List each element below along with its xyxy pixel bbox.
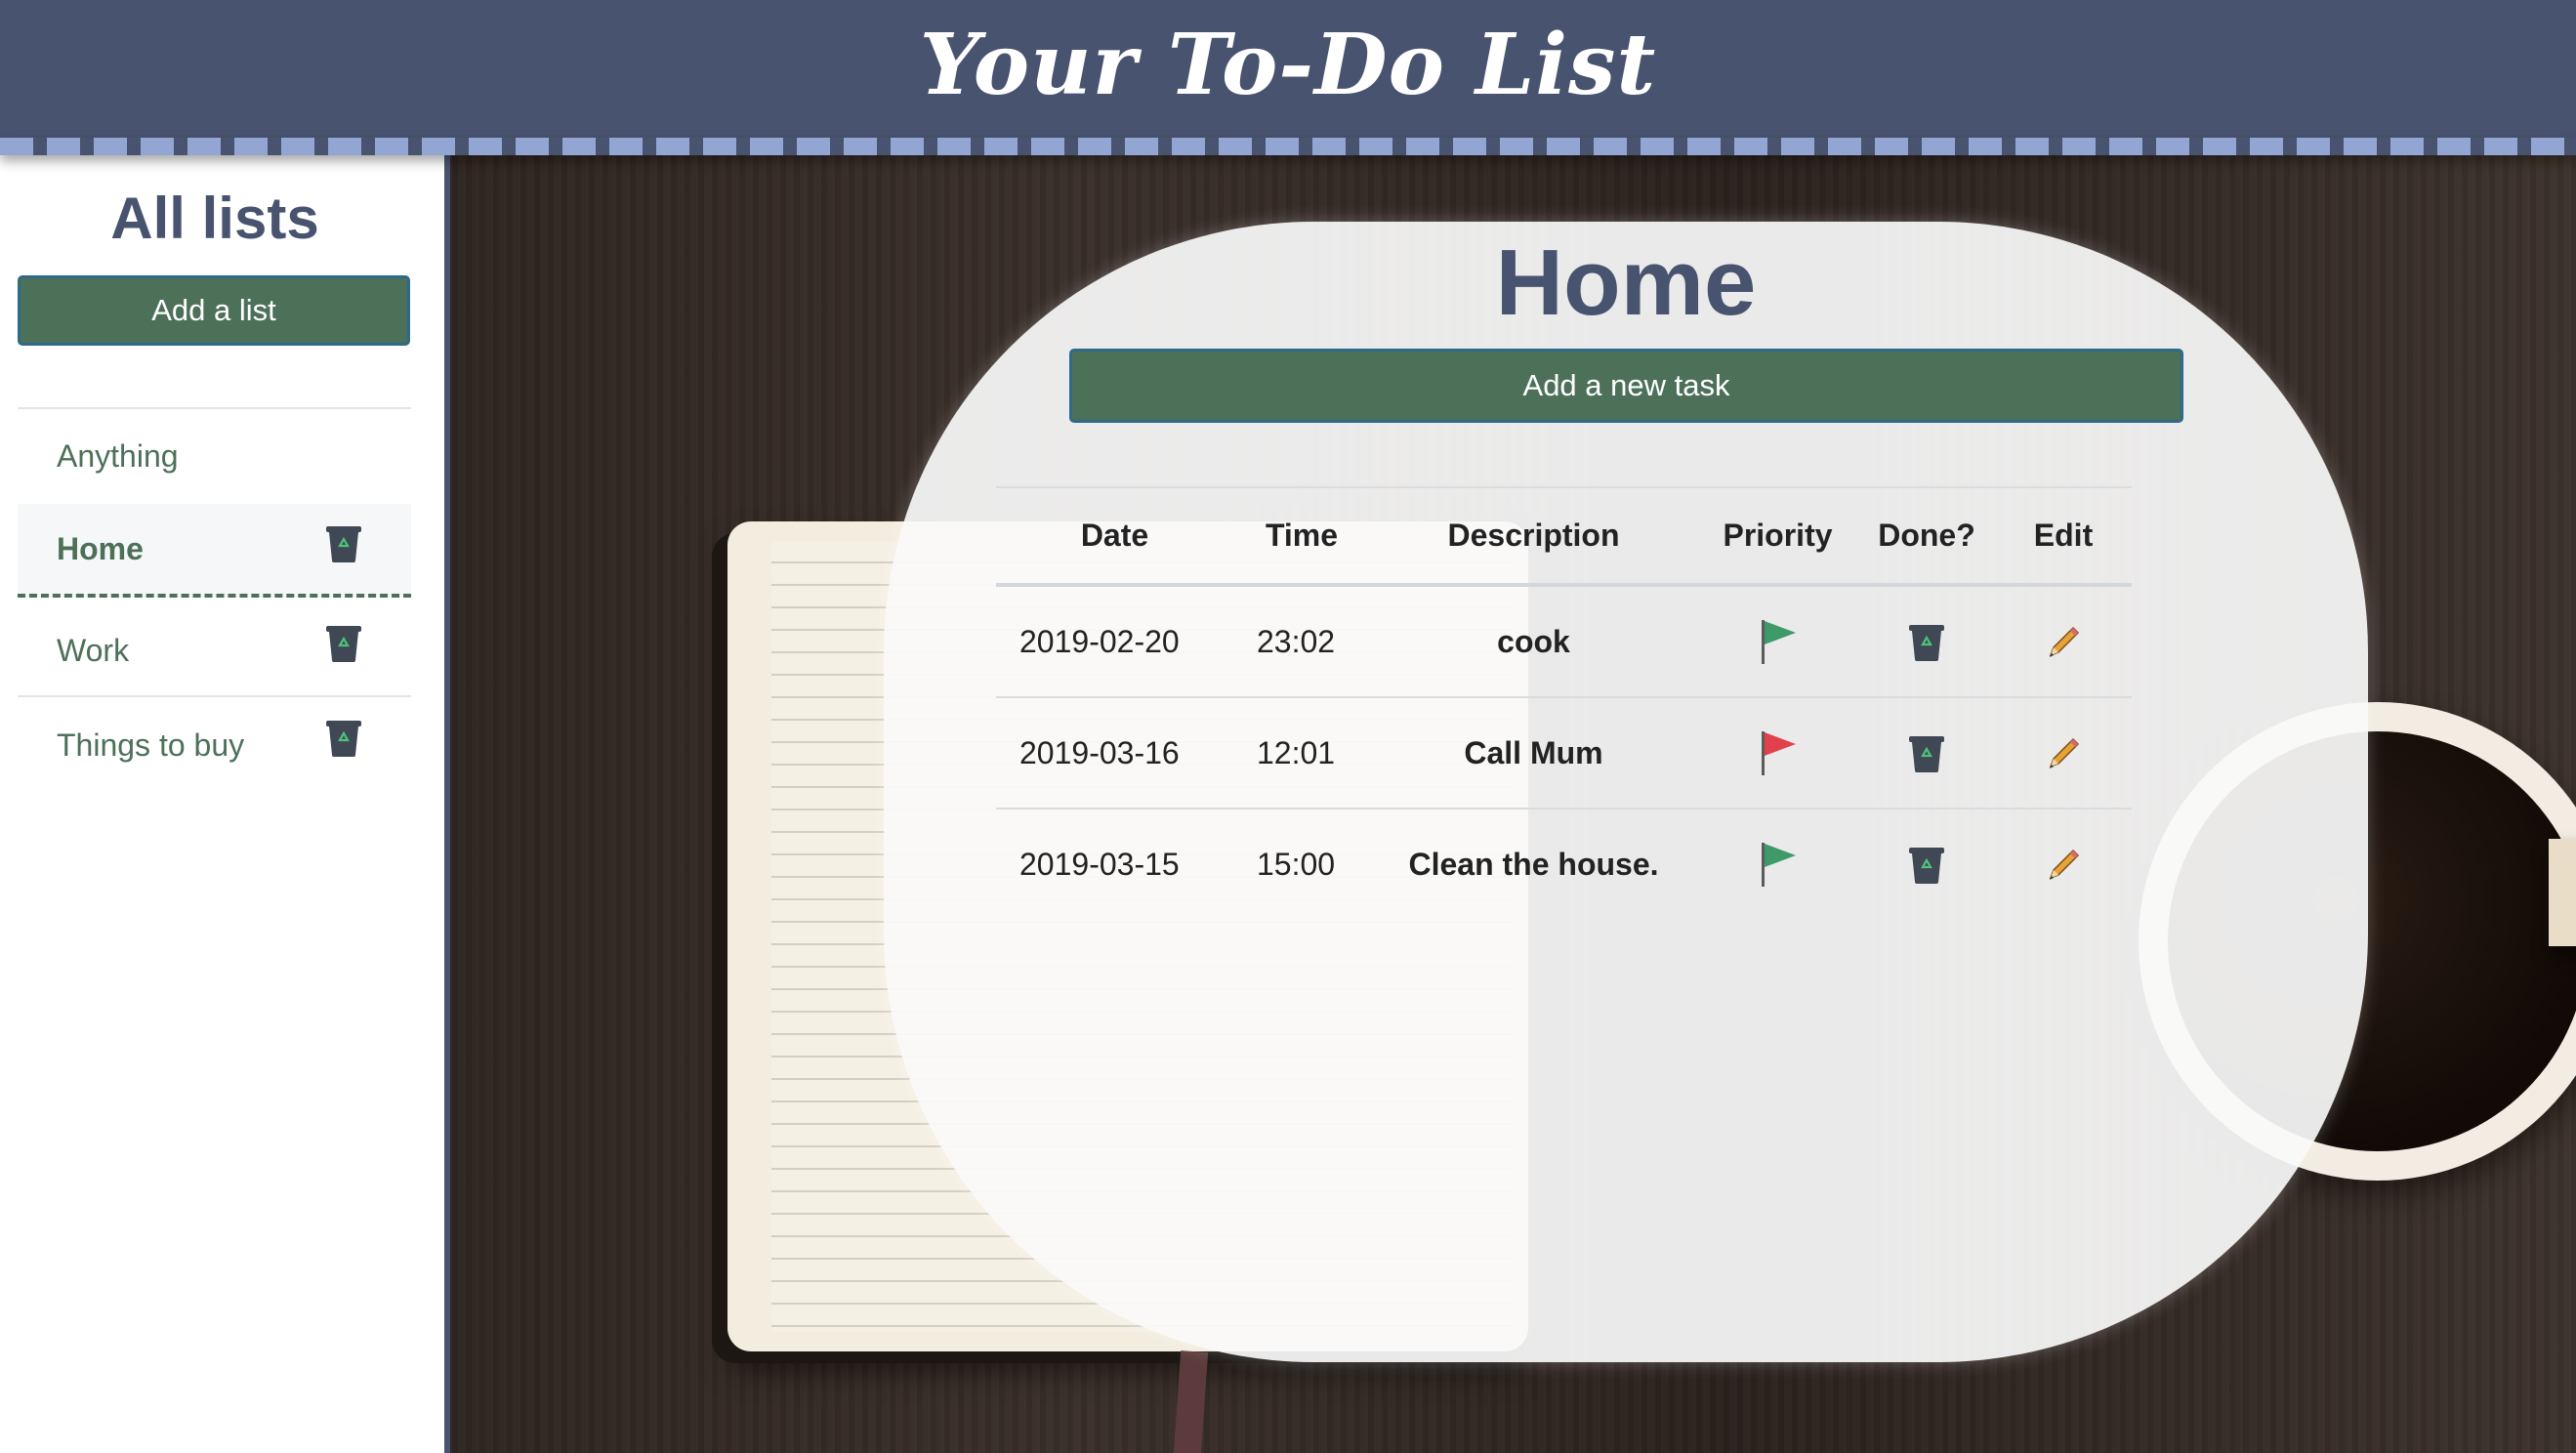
sidebar-item-label: Home xyxy=(57,530,144,566)
priority-cell xyxy=(1697,809,1858,919)
column-header-edit: Edit xyxy=(1995,486,2132,587)
column-header-time: Time xyxy=(1233,486,1370,587)
notebook-ribbon xyxy=(1172,1350,1209,1453)
trash-icon[interactable] xyxy=(1908,733,1945,773)
app-title: Your To-Do List xyxy=(919,16,1657,114)
sidebar-item-label: Anything xyxy=(57,437,179,474)
task-time: 23:02 xyxy=(1233,585,1370,698)
sidebar-item-home[interactable]: Home xyxy=(18,504,411,598)
column-header-description: Description xyxy=(1370,486,1697,587)
list-title: Home xyxy=(1495,230,1757,335)
flag-icon[interactable] xyxy=(1759,729,1798,776)
column-header-done: Done? xyxy=(1858,486,1995,587)
task-date: 2019-03-15 xyxy=(1019,846,1180,882)
add-task-button[interactable]: Add a new task xyxy=(1069,349,2183,423)
table-row: 2019-03-15 15:00 Clean the house. xyxy=(996,809,2132,919)
table-header-row: Date Time Description Priority Done? Edi… xyxy=(996,486,2132,587)
table-row: 2019-03-16 12:01 Call Mum xyxy=(996,697,2132,810)
flag-icon[interactable] xyxy=(1759,841,1798,888)
task-date: 2019-03-16 xyxy=(996,697,1233,810)
task-description: Clean the house. xyxy=(1408,846,1659,882)
edit-cell xyxy=(1995,697,2132,810)
edit-cell xyxy=(1995,585,2132,698)
tasks-table: Date Time Description Priority Done? Edi… xyxy=(996,486,2132,919)
sidebar-title: All lists xyxy=(110,186,319,251)
trash-icon[interactable] xyxy=(1908,845,1945,885)
column-header-date: Date xyxy=(996,486,1233,587)
task-description: Call Mum xyxy=(1370,697,1697,810)
task-list-panel: Home Add a new task Date Time Descriptio… xyxy=(884,222,2368,1362)
sidebar-item-label: Things to buy xyxy=(57,726,245,763)
done-cell xyxy=(1858,809,1995,919)
header-dashed-border xyxy=(0,138,2576,155)
app-header: Your To-Do List xyxy=(0,0,2576,138)
sidebar-item-things-to-buy[interactable]: Things to buy xyxy=(18,698,411,792)
priority-cell xyxy=(1697,697,1858,810)
table-row: 2019-02-20 23:02 cook xyxy=(996,585,2132,698)
priority-cell xyxy=(1697,585,1858,698)
task-time: 15:00 xyxy=(1257,846,1336,882)
flag-icon[interactable] xyxy=(1759,618,1798,665)
pencil-icon[interactable] xyxy=(2045,847,2082,884)
pencil-icon[interactable] xyxy=(2045,735,2082,772)
trash-icon[interactable] xyxy=(325,623,362,662)
column-header-priority: Priority xyxy=(1697,486,1858,587)
done-cell xyxy=(1858,697,1995,810)
add-list-button[interactable]: Add a list xyxy=(18,275,410,346)
trash-icon[interactable] xyxy=(325,523,362,562)
trash-icon[interactable] xyxy=(325,718,362,757)
task-date: 2019-02-20 xyxy=(996,585,1233,698)
task-description: cook xyxy=(1370,585,1697,698)
task-time: 12:01 xyxy=(1233,697,1370,810)
done-cell xyxy=(1858,585,1995,698)
sidebar-item-work[interactable]: Work xyxy=(18,603,411,697)
edit-cell xyxy=(1995,809,2132,919)
divider xyxy=(18,695,411,697)
pencil-icon[interactable] xyxy=(2045,624,2082,661)
sidebar-item-label: Work xyxy=(57,632,130,668)
mug-handle xyxy=(2549,839,2576,946)
sidebar-item-anything[interactable]: Anything xyxy=(18,409,411,503)
trash-icon[interactable] xyxy=(1908,622,1945,662)
sidebar: All lists Add a list Anything Home Work … xyxy=(0,155,450,1453)
